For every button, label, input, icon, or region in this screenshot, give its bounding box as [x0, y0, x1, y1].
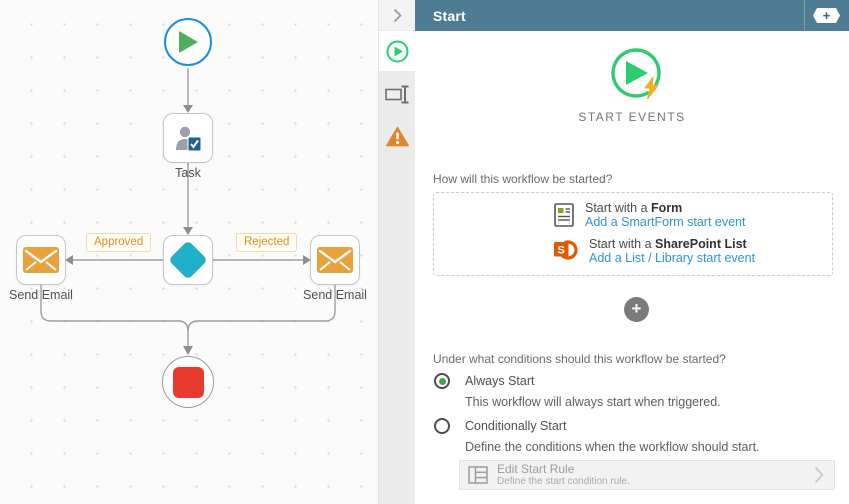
- edit-rule-texts: Edit Start Rule Define the start conditi…: [497, 462, 805, 488]
- add-smartform-link[interactable]: Add a SmartForm start event: [585, 215, 745, 230]
- smartform-icon: [554, 203, 574, 227]
- radio-always-start[interactable]: [434, 373, 450, 389]
- warning-icon: [385, 126, 409, 147]
- send-email-node-left[interactable]: [16, 235, 66, 285]
- svg-text:S: S: [558, 245, 565, 257]
- lightning-icon: [644, 76, 659, 100]
- tab-warnings[interactable]: [379, 117, 415, 155]
- add-start-event-button[interactable]: +: [624, 297, 649, 322]
- tab-start-events[interactable]: [379, 31, 415, 71]
- workflow-canvas[interactable]: Task Approved Rejected Send Email Send E…: [0, 0, 378, 504]
- decision-diamond-icon: [168, 240, 208, 280]
- properties-panel: Start + START EVENTS How will this workf…: [378, 0, 849, 504]
- header-divider: [804, 0, 805, 31]
- add-list-library-link[interactable]: Add a List / Library start event: [589, 251, 755, 266]
- sharepoint-option-title: Start with a SharePoint List: [589, 237, 747, 251]
- play-circle-icon: [386, 40, 408, 62]
- start-event-options: Start with a Form Add a SmartForm start …: [433, 192, 833, 276]
- email-icon: [317, 247, 353, 273]
- panel-tabstrip: [378, 0, 415, 504]
- task-node[interactable]: [163, 113, 213, 163]
- panel-title: Start: [433, 7, 466, 24]
- edit-rule-title: Edit Start Rule: [497, 462, 575, 476]
- end-node[interactable]: [162, 356, 214, 408]
- rename-icon: [384, 85, 408, 103]
- tab-rename[interactable]: [379, 75, 415, 113]
- decision-node[interactable]: [163, 235, 213, 285]
- conditionally-start-label[interactable]: Conditionally Start: [465, 419, 566, 433]
- add-step-button[interactable]: +: [813, 8, 840, 23]
- edit-start-rule-button[interactable]: Edit Start Rule Define the start conditi…: [459, 460, 835, 490]
- start-events-icon: [606, 47, 662, 110]
- sharepoint-icon: S: [554, 240, 578, 260]
- send-email-right-label: Send Email: [303, 288, 367, 302]
- panel-header: Start +: [415, 0, 849, 31]
- panel-content: Start + START EVENTS How will this workf…: [415, 0, 849, 504]
- workflow-designer: Task Approved Rejected Send Email Send E…: [0, 0, 849, 504]
- email-icon: [23, 247, 59, 273]
- radio-conditionally-start[interactable]: [434, 418, 450, 434]
- rule-table-icon: [468, 466, 488, 484]
- form-option-title: Start with a Form: [585, 201, 683, 215]
- branch-label-rejected: Rejected: [236, 233, 298, 252]
- start-node[interactable]: [164, 18, 212, 66]
- start-with-sharepoint-option: S Start with a SharePoint List Add a Lis…: [554, 237, 832, 271]
- send-email-left-label: Send Email: [9, 288, 73, 302]
- question-conditions: Under what conditions should this workfl…: [433, 352, 726, 366]
- stop-icon: [172, 366, 204, 398]
- start-events-heading: START EVENTS: [578, 110, 686, 124]
- user-task-icon: [176, 126, 202, 151]
- task-node-label: Task: [175, 166, 201, 180]
- send-email-node-right[interactable]: [310, 235, 360, 285]
- edit-rule-subtitle: Define the start condition rule.: [497, 476, 630, 487]
- conditionally-start-description: Define the conditions when the workflow …: [465, 440, 760, 454]
- collapse-panel-button[interactable]: [379, 0, 415, 30]
- start-with-form-option: Start with a Form Add a SmartForm start …: [554, 201, 832, 235]
- chevron-right-icon: [814, 466, 824, 484]
- chevron-right-icon: [393, 8, 402, 22]
- always-start-description: This workflow will always start when tri…: [465, 395, 721, 409]
- question-how-started: How will this workflow be started?: [433, 172, 613, 186]
- branch-label-approved: Approved: [86, 233, 152, 252]
- play-icon: [179, 31, 198, 53]
- always-start-label[interactable]: Always Start: [465, 374, 534, 388]
